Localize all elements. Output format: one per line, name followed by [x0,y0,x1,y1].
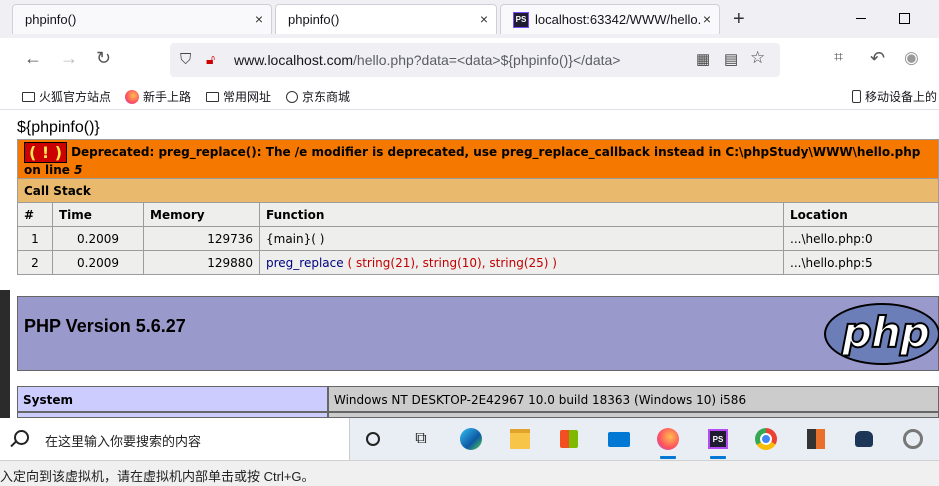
forward-icon[interactable]: → [60,48,78,68]
url-text[interactable]: www.localhost.com/hello.php?data=<data>$… [234,52,620,68]
bookmark-mobile[interactable]: 移动设备上的 [852,88,937,105]
maximize-icon[interactable] [899,13,910,24]
new-tab-button[interactable]: + [733,9,745,29]
back-icon[interactable]: ← [24,48,42,68]
bookmark-star-icon[interactable]: ☆ [750,48,765,68]
phpstorm-taskbar-icon[interactable]: PS [705,426,731,459]
undo-icon[interactable]: ↶ [870,48,885,68]
tab-label: phpinfo() [288,12,340,27]
warning-icon: ( ! ) [24,141,68,163]
echo-output: ${phpinfo()} [17,119,100,136]
error-row: ( ! ) Deprecated: preg_replace(): The /e … [17,139,939,179]
phpinfo-header: PHP Version 5.6.27 php [17,296,939,371]
bookmark-firefox-site[interactable]: 火狐官方站点 [22,88,111,105]
search-icon [14,430,29,445]
column-header: Function [259,202,784,227]
bookmark-getting-started[interactable]: 新手上路 [125,88,191,105]
column-header: Memory [143,202,260,227]
tool-icon[interactable] [900,426,926,452]
extension-icon[interactable]: ◉ [904,48,919,68]
minimize-icon[interactable] [856,18,866,19]
folder-icon [22,91,35,102]
qr-code-icon[interactable]: ▦ [696,50,710,68]
crop-icon[interactable]: ⌗ [834,48,843,68]
task-view-icon[interactable]: ⧉ [408,426,434,452]
function-doc-link[interactable]: preg_replace [266,256,344,270]
table-row: 1 0.2009 129736 {main}( ) ...\hello.php:… [17,226,939,251]
status-text: 入定向到该虚拟机，请在虚拟机内部单击或按 Ctrl+G。 [0,469,315,484]
cortana-icon[interactable] [360,426,386,452]
store-icon[interactable] [556,426,582,452]
call-stack-title: Call Stack [17,178,939,203]
globe-icon [286,90,298,103]
xdebug-error-table: ( ! ) Deprecated: preg_replace(): The /e … [17,139,939,275]
vm-status-bar: 入定向到该虚拟机，请在虚拟机内部单击或按 Ctrl+G。 [0,460,939,486]
column-header: Time [52,202,144,227]
column-header: # [17,202,53,227]
taskbar-search[interactable]: 在这里输入你要搜索的内容 [0,418,350,460]
cat-app-icon[interactable] [851,426,877,452]
file-explorer-icon[interactable] [507,426,533,452]
bookmark-common-sites[interactable]: 常用网址 [206,88,271,105]
tab-phpinfo-2[interactable]: phpinfo() × [275,4,497,34]
shield-icon[interactable]: ⛉ [180,51,191,68]
error-message: ( ! ) Deprecated: preg_replace(): The /e … [17,139,939,179]
burp-suite-icon[interactable] [803,426,829,452]
php-logo[interactable]: php [824,303,939,365]
navigation-bar: ← → ↻ ⛉ 🔓︎ www.localhost.com/hello.php?d… [0,38,939,82]
insecure-lock-icon[interactable]: 🔓︎ [206,51,215,68]
mobile-device-icon [852,90,861,103]
search-placeholder: 在这里输入你要搜索的内容 [45,434,202,449]
function-args: ( string(21), string(10), string(25) ) [347,255,557,270]
edge-icon[interactable] [458,426,484,452]
mail-icon[interactable] [606,426,632,452]
call-stack-header: # Time Memory Function Location [17,202,939,227]
php-version-title: PHP Version 5.6.27 [24,316,186,336]
tab-label: phpinfo() [25,12,77,27]
tab-label: localhost:63342/WWW/hello. [535,12,702,27]
taskbar: 在这里输入你要搜索的内容 ⧉ PS [0,418,939,460]
table-row: 2 0.2009 129880 preg_replace ( string(21… [17,250,939,275]
close-icon[interactable]: × [480,11,488,27]
bookmarks-toolbar: 火狐官方站点 新手上路 常用网址 京东商城 移动设备上的 [0,82,939,110]
reload-icon[interactable]: ↻ [96,48,111,68]
system-label: System [17,386,328,412]
system-row: System Windows NT DESKTOP-2E42967 10.0 b… [17,386,939,412]
folder-icon [206,91,219,102]
close-icon[interactable]: × [703,11,711,27]
system-value: Windows NT DESKTOP-2E42967 10.0 build 18… [328,386,939,412]
phpstorm-icon: PS [513,11,529,28]
bookmark-jd-mall[interactable]: 京东商城 [286,88,350,105]
reader-view-icon[interactable]: ▤ [724,50,738,68]
close-icon[interactable]: × [255,11,263,27]
tab-phpinfo-1[interactable]: phpinfo() × [12,4,272,34]
firefox-taskbar-icon[interactable] [655,426,681,459]
vm-host-strip [0,290,10,420]
chrome-icon[interactable] [753,426,779,452]
tab-strip: phpinfo() × phpinfo() × PS localhost:633… [0,0,939,38]
column-header: Location [783,202,939,227]
tab-localhost[interactable]: PS localhost:63342/WWW/hello. × [500,4,720,34]
url-bar[interactable]: ⛉ 🔓︎ www.localhost.com/hello.php?data=<d… [170,43,780,77]
firefox-icon [125,89,139,104]
